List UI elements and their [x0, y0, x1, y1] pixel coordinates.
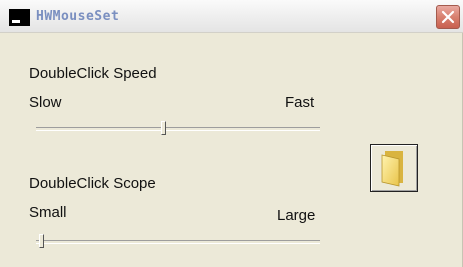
scope-large-label: Large [277, 207, 316, 224]
double-click-scope-label: DoubleClick Scope [29, 175, 156, 192]
speed-slow-label: Slow [29, 94, 62, 111]
slider-thumb[interactable] [38, 234, 44, 248]
app-window-icon[interactable] [9, 9, 30, 26]
slider-thumb[interactable] [160, 121, 166, 135]
double-click-speed-label: DoubleClick Speed [29, 65, 157, 82]
folder-icon [381, 151, 403, 187]
folder-button[interactable] [370, 144, 418, 192]
speed-fast-label: Fast [285, 94, 315, 111]
title-bar[interactable]: HWMouseSet [0, 0, 463, 33]
window-title: HWMouseSet [36, 9, 120, 24]
close-icon [441, 10, 455, 24]
double-click-scope-slider[interactable] [36, 234, 320, 250]
mouse-settings-window: HWMouseSet DoubleClick Speed Slow Fast D… [0, 0, 463, 267]
slider-track [36, 240, 320, 244]
close-button[interactable] [436, 5, 460, 29]
double-click-speed-slider[interactable] [36, 121, 320, 137]
slider-track [36, 127, 320, 131]
scope-small-label: Small [29, 204, 67, 221]
